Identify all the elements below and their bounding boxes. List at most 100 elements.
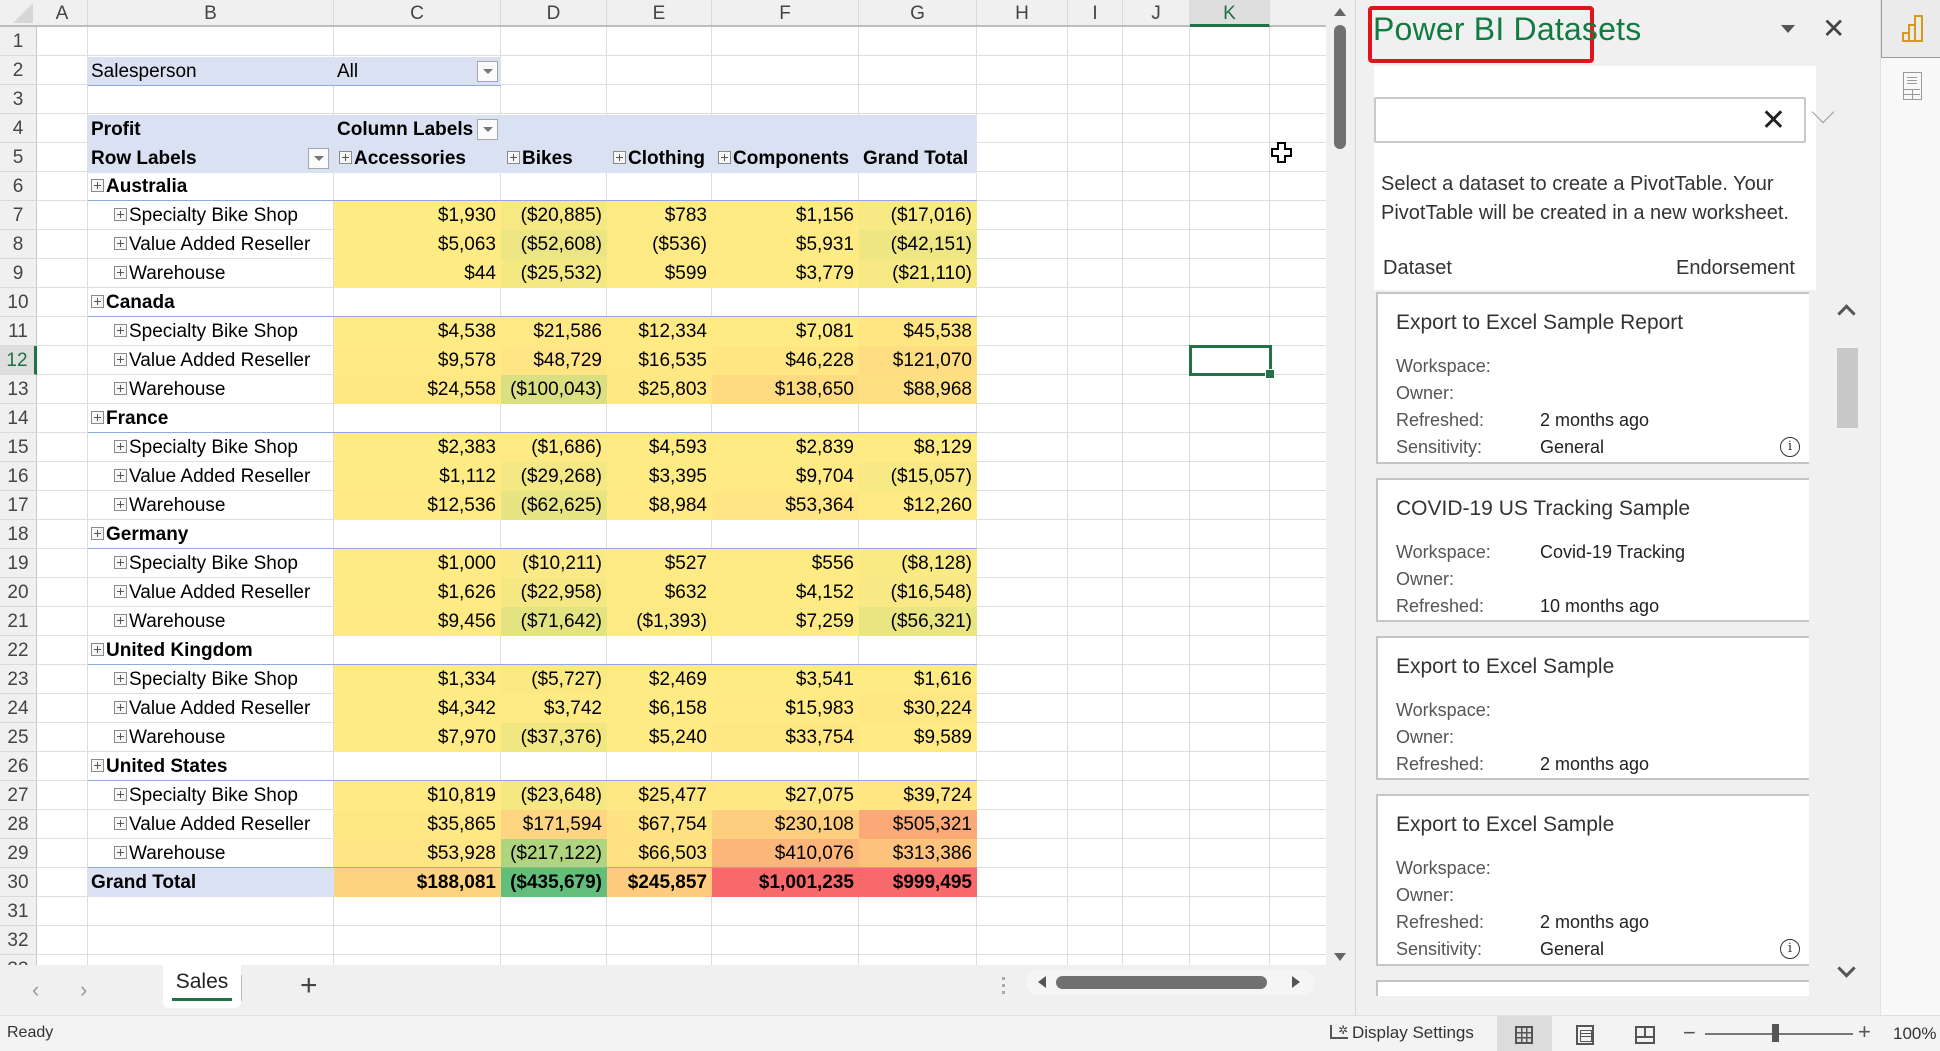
row-header-7[interactable]: 7 — [0, 201, 37, 230]
row-header-11[interactable]: 11 — [0, 317, 37, 346]
field-list-pane-icon[interactable] — [1903, 72, 1922, 100]
pivot-row-label[interactable]: Value Added Reseller — [114, 230, 334, 259]
row-header-9[interactable]: 9 — [0, 259, 37, 288]
expand-icon[interactable] — [114, 700, 127, 714]
row-header-29[interactable]: 29 — [0, 839, 37, 868]
row-header-17[interactable]: 17 — [0, 491, 37, 520]
row-labels-dropdown-button[interactable] — [308, 148, 329, 169]
row-header-13[interactable]: 13 — [0, 375, 37, 404]
col-header-accessories[interactable]: Accessories — [334, 144, 501, 173]
row-header-2[interactable]: 2 — [0, 56, 37, 85]
expand-icon[interactable] — [114, 816, 127, 830]
dataset-card[interactable]: COVID-19 US Tracking Sample Workspace: Cov… — [1376, 478, 1809, 622]
row-header-27[interactable]: 27 — [0, 781, 37, 810]
pivot-row-label[interactable]: Value Added Reseller — [114, 578, 334, 607]
pivot-row-label[interactable]: Warehouse — [114, 607, 334, 636]
column-header-K[interactable]: K — [1190, 0, 1270, 27]
select-all-corner[interactable] — [0, 0, 37, 27]
pivot-row-label[interactable]: Warehouse — [114, 491, 334, 520]
zoom-slider-thumb[interactable] — [1772, 1024, 1779, 1042]
dataset-list-scrollbar[interactable] — [1837, 290, 1861, 990]
expand-icon[interactable] — [114, 555, 127, 569]
normal-view-button[interactable] — [1497, 1016, 1552, 1051]
expand-icon[interactable] — [114, 207, 127, 221]
expand-icon[interactable] — [91, 758, 104, 772]
add-sheet-button[interactable]: + — [300, 969, 318, 1003]
pivot-row-label[interactable]: Value Added Reseller — [114, 346, 334, 375]
pivot-row-label[interactable]: Warehouse — [114, 839, 334, 868]
row-header-6[interactable]: 6 — [0, 172, 37, 201]
row-header-25[interactable]: 25 — [0, 723, 37, 752]
row-header-20[interactable]: 20 — [0, 578, 37, 607]
pane-options-dropdown-icon[interactable] — [1781, 25, 1795, 33]
column-labels-dropdown-button[interactable] — [477, 119, 498, 140]
expand-icon[interactable] — [114, 613, 127, 627]
expand-icon[interactable] — [114, 671, 127, 685]
column-header-I[interactable]: I — [1068, 0, 1123, 25]
pivot-row-label[interactable]: Value Added Reseller — [114, 810, 334, 839]
list-scroll-thumb[interactable] — [1837, 348, 1858, 428]
expand-icon[interactable] — [114, 497, 127, 511]
active-cell-K12[interactable] — [1189, 345, 1275, 379]
expand-icon[interactable] — [114, 265, 127, 279]
row-header-16[interactable]: 16 — [0, 462, 37, 491]
expand-icon[interactable] — [114, 323, 127, 337]
pivot-row-label[interactable]: Specialty Bike Shop — [114, 549, 334, 578]
scroll-right-arrow-icon[interactable] — [1292, 976, 1300, 988]
pivot-group-row[interactable]: United Kingdom — [91, 636, 334, 665]
column-header-A[interactable]: A — [37, 0, 88, 25]
power-bi-pane-button[interactable] — [1881, 0, 1940, 58]
col-header-bikes[interactable]: Bikes — [501, 144, 607, 173]
pivot-row-label[interactable]: Warehouse — [114, 259, 334, 288]
row-header-10[interactable]: 10 — [0, 288, 37, 317]
tab-split-handle[interactable] — [1002, 977, 1006, 997]
pivot-group-row[interactable]: France — [91, 404, 334, 433]
worksheet-grid[interactable]: ABCDEFGHIJK 1 2 3 4 5 6 7 8 9 10 11 12 13 14 15 16 17 18 1… — [0, 0, 1326, 965]
row-header-30[interactable]: 30 — [0, 868, 37, 897]
pivot-row-label[interactable]: Warehouse — [114, 723, 334, 752]
pivot-group-row[interactable]: Germany — [91, 520, 334, 549]
pivot-row-label[interactable]: Value Added Reseller — [114, 462, 334, 491]
endorsement-column-header[interactable]: Endorsement — [1676, 257, 1795, 280]
pivot-row-label[interactable]: Specialty Bike Shop — [114, 433, 334, 462]
expand-icon[interactable] — [114, 439, 127, 453]
pivot-group-row[interactable]: Canada — [91, 288, 334, 317]
zoom-in-button[interactable]: + — [1858, 1019, 1871, 1045]
scroll-left-arrow-icon[interactable] — [1038, 976, 1046, 988]
expand-icon[interactable] — [114, 468, 127, 482]
column-header-E[interactable]: E — [607, 0, 712, 25]
column-header-G[interactable]: G — [859, 0, 977, 25]
horizontal-scroll-thumb[interactable] — [1056, 976, 1267, 989]
row-header-5[interactable]: 5 — [0, 143, 37, 172]
vertical-scrollbar[interactable] — [1326, 0, 1354, 965]
pivot-row-label[interactable]: Specialty Bike Shop — [114, 201, 334, 230]
display-settings-button[interactable]: Display Settings — [1330, 1023, 1474, 1043]
dataset-card[interactable]: Export to Excel Sample Workspace: Owner: Re… — [1376, 636, 1809, 780]
zoom-out-button[interactable]: − — [1683, 1020, 1696, 1046]
expand-icon[interactable] — [114, 729, 127, 743]
expand-icon[interactable] — [114, 352, 127, 366]
column-header-B[interactable]: B — [88, 0, 334, 25]
row-header-8[interactable]: 8 — [0, 230, 37, 259]
expand-icon[interactable] — [114, 236, 127, 250]
column-header-H[interactable]: H — [977, 0, 1068, 25]
page-layout-view-button[interactable] — [1557, 1016, 1612, 1051]
scroll-down-arrow-icon[interactable] — [1334, 953, 1346, 961]
row-header-15[interactable]: 15 — [0, 433, 37, 462]
dataset-card[interactable]: Export to Excel Sample Report Workspace: O… — [1376, 292, 1809, 464]
list-scroll-down-chevron-icon[interactable] — [1837, 959, 1856, 978]
info-icon[interactable]: i — [1780, 939, 1800, 959]
pivot-row-label[interactable]: Specialty Bike Shop — [114, 665, 334, 694]
row-header-23[interactable]: 23 — [0, 665, 37, 694]
expand-icon[interactable] — [114, 584, 127, 598]
row-header-22[interactable]: 22 — [0, 636, 37, 665]
pivot-group-row[interactable]: United States — [91, 752, 334, 781]
scroll-up-arrow-icon[interactable] — [1334, 8, 1346, 16]
expand-icon[interactable] — [114, 845, 127, 859]
row-header-21[interactable]: 21 — [0, 607, 37, 636]
row-header-14[interactable]: 14 — [0, 404, 37, 433]
expand-icon[interactable] — [91, 642, 104, 656]
page-break-view-button[interactable] — [1617, 1016, 1672, 1051]
column-header-C[interactable]: C — [334, 0, 501, 25]
horizontal-scrollbar[interactable] — [1026, 970, 1314, 995]
